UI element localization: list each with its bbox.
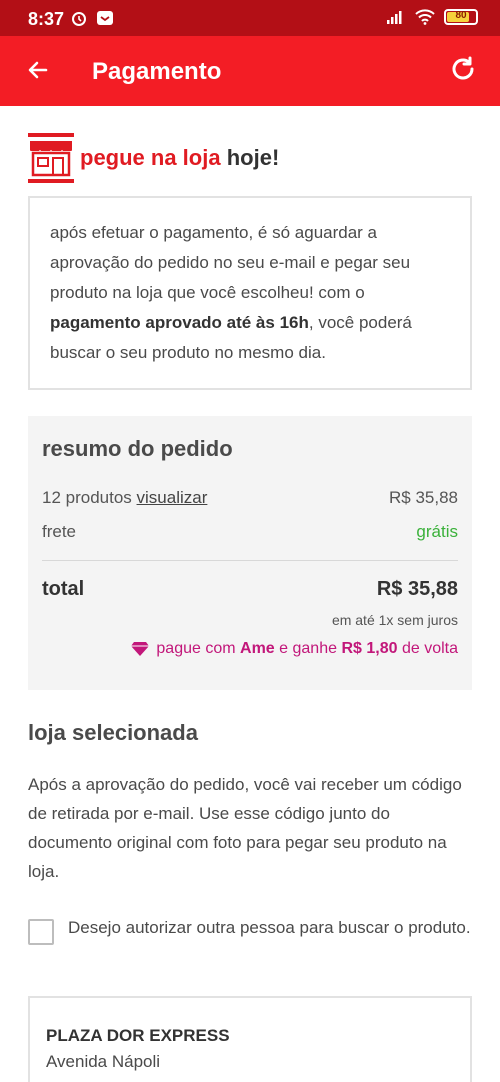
arrow-left-icon <box>28 61 48 79</box>
status-system-icons: 80 <box>386 9 478 25</box>
summary-divider <box>42 560 458 561</box>
signal-icon <box>387 11 402 24</box>
ame-diamond-icon <box>131 642 150 656</box>
total-label: total <box>42 578 85 600</box>
refresh-icon <box>452 56 474 80</box>
products-row: 12 produtos visualizar R$ 35,88 <box>42 488 458 508</box>
products-label: 12 produtos <box>42 488 132 507</box>
info-text-part1: após efetuar o pagamento, é só aguardar … <box>50 223 411 302</box>
freight-row: frete grátis <box>42 522 458 542</box>
pickup-title-rest: hoje! <box>226 145 280 170</box>
refresh-button[interactable] <box>446 53 480 87</box>
store-address: Avenida Nápoli <box>46 1052 161 1071</box>
products-value: R$ 35,88 <box>389 488 458 507</box>
view-products-link[interactable]: visualizar <box>137 488 208 507</box>
status-bar: 8:37 80 <box>0 0 500 36</box>
authorize-label[interactable]: Desejo autorizar outra pessoa para busca… <box>68 916 471 945</box>
authorize-checkbox[interactable] <box>28 919 54 945</box>
wifi-icon <box>415 9 435 25</box>
ame-suffix: de volta <box>401 640 458 657</box>
status-time: 8:37 <box>28 9 65 29</box>
installments-text: em até 1x sem juros <box>331 612 458 628</box>
selected-store-title: loja selecionada <box>28 720 198 745</box>
status-notification-icons <box>70 9 114 27</box>
total-value: R$ 35,88 <box>376 578 458 600</box>
authorize-option[interactable]: Desejo autorizar outra pessoa para busca… <box>28 916 472 945</box>
pickup-title: pegue na loja hoje! <box>80 145 279 171</box>
notification-icon <box>97 11 113 25</box>
order-summary: resumo do pedido 12 produtos visualizar … <box>28 416 472 690</box>
selected-store-text: Após a aprovação do pedido, você vai rec… <box>28 775 462 881</box>
freight-label: frete <box>42 522 77 541</box>
ame-text: pague com Ame e ganhe R$ 1,80 de volta <box>156 640 458 658</box>
total-row: total R$ 35,88 <box>42 578 458 601</box>
info-text-bold: pagamento aprovado até às 16h <box>50 313 309 332</box>
store-icon <box>28 133 74 183</box>
alarm-icon <box>72 12 86 26</box>
summary-title: resumo do pedido <box>42 436 233 461</box>
store-card[interactable]: PLAZA DOR EXPRESS Avenida Nápoli <box>28 996 472 1082</box>
freight-value: grátis <box>416 522 458 541</box>
ame-brand: Ame <box>240 640 275 657</box>
ame-mid: e ganhe <box>279 640 337 657</box>
app-bar: Pagamento <box>0 36 500 106</box>
battery-icon: 80 <box>444 9 478 25</box>
back-button[interactable] <box>22 54 54 86</box>
pickup-info-box: após efetuar o pagamento, é só aguardar … <box>28 196 472 390</box>
pickup-header: pegue na loja hoje! <box>28 132 279 184</box>
ame-cashback: pague com Ame e ganhe R$ 1,80 de volta <box>130 640 458 658</box>
ame-amount: R$ 1,80 <box>341 640 398 657</box>
ame-prefix: pague com <box>156 640 236 657</box>
store-name: PLAZA DOR EXPRESS <box>46 1026 230 1045</box>
pickup-title-highlight: pegue na loja <box>80 145 221 170</box>
products-label-group: 12 produtos visualizar <box>42 488 207 508</box>
battery-level: 80 <box>455 10 467 21</box>
page-title: Pagamento <box>92 58 222 85</box>
